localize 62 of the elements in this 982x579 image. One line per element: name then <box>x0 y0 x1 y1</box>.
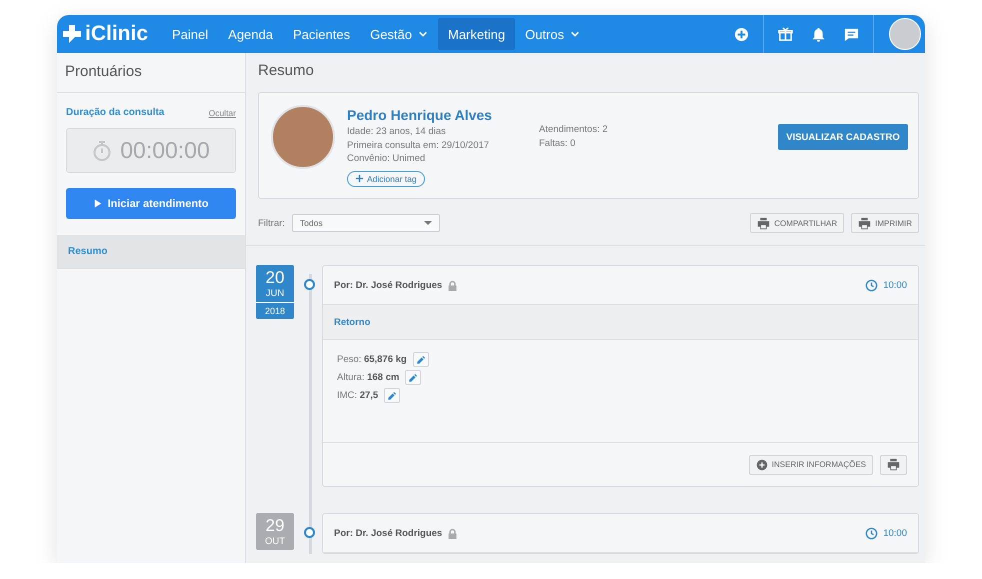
printer-icon <box>858 216 872 230</box>
add-icon[interactable] <box>734 26 749 42</box>
stopwatch-icon <box>92 140 112 162</box>
patient-detail: Convênio: Unimed <box>347 152 426 166</box>
time-text: 10:00 <box>883 280 907 290</box>
clock-icon <box>865 278 878 292</box>
caret-icon <box>424 221 432 225</box>
date-badge: 20 JUN 2018 <box>256 265 294 319</box>
plus-icon <box>355 174 364 183</box>
patient-stat: Faltas: 0 <box>539 136 576 150</box>
pencil-icon <box>408 372 418 382</box>
edit-button[interactable] <box>412 352 429 367</box>
nav-item[interactable]: Gestão <box>360 18 438 50</box>
timeline-node <box>304 279 315 290</box>
author-text: Por: Dr. José Rodrigues <box>334 528 442 538</box>
play-icon <box>94 199 102 208</box>
patient-name: Pedro Henrique Alves <box>347 107 492 123</box>
nav-item[interactable]: Painel <box>162 18 218 50</box>
plus-circle-icon <box>756 458 768 470</box>
insert-info-button[interactable]: INSERIR INFORMAÇÕES <box>748 454 873 474</box>
timer-text: 00:00:00 <box>120 137 210 164</box>
gift-icon[interactable] <box>778 26 793 42</box>
bell-icon[interactable] <box>811 26 826 42</box>
pencil-icon <box>416 354 426 364</box>
nav-item[interactable]: Agenda <box>218 18 283 50</box>
sidebar-item[interactable]: Resumo <box>57 235 245 269</box>
record-type: Retorno <box>323 305 918 340</box>
pencil-icon <box>387 390 398 400</box>
printer-icon <box>887 458 900 471</box>
patient-detail: Idade: 23 anos, 14 dias <box>347 125 446 138</box>
measurement-text: IMC: 27,5 <box>337 390 378 401</box>
logo-text: iClinic <box>85 22 148 46</box>
patient-stat: Atendimentos: 2 <box>539 123 609 136</box>
print-button[interactable]: IMPRIMIR <box>851 213 919 233</box>
patient-detail: Primeira consulta em: 29/10/2017 <box>347 138 490 152</box>
print-button[interactable] <box>880 454 907 474</box>
measurement-text: Altura: 168 cm <box>337 372 400 383</box>
share-button[interactable]: COMPARTILHAR <box>750 213 844 233</box>
printer-icon <box>757 216 770 230</box>
time-text: 10:00 <box>883 528 907 538</box>
timer-label: Duração da consulta <box>66 107 164 118</box>
filter-label: Filtrar: <box>258 218 285 228</box>
page-title: Resumo <box>257 61 315 81</box>
nav-item[interactable]: Pacientes <box>282 18 360 50</box>
nav-item[interactable]: Marketing <box>438 18 516 50</box>
edit-button[interactable] <box>405 370 422 385</box>
author-text: Por: Dr. José Rodrigues <box>334 280 442 290</box>
filter-dropdown[interactable]: Todos <box>292 214 440 232</box>
hide-link[interactable]: Ocultar <box>208 108 236 118</box>
start-button[interactable]: Iniciar atendimento <box>66 188 236 219</box>
sidebar-title: Prontuários <box>57 53 245 93</box>
cross-logo-icon <box>63 25 81 43</box>
user-avatar[interactable] <box>889 18 921 50</box>
nav-item[interactable]: Outros <box>515 18 590 50</box>
chat-icon[interactable] <box>844 26 859 42</box>
add-tag-button[interactable]: Adicionar tag <box>347 170 425 186</box>
edit-button[interactable] <box>384 388 400 403</box>
timeline-node <box>304 527 315 538</box>
view-profile-button[interactable]: VISUALIZAR CADASTRO <box>778 124 908 150</box>
measurement-text: Peso: 65,876 kg <box>337 354 407 365</box>
clock-icon <box>865 526 878 540</box>
date-badge: 29 OUT <box>256 513 294 550</box>
